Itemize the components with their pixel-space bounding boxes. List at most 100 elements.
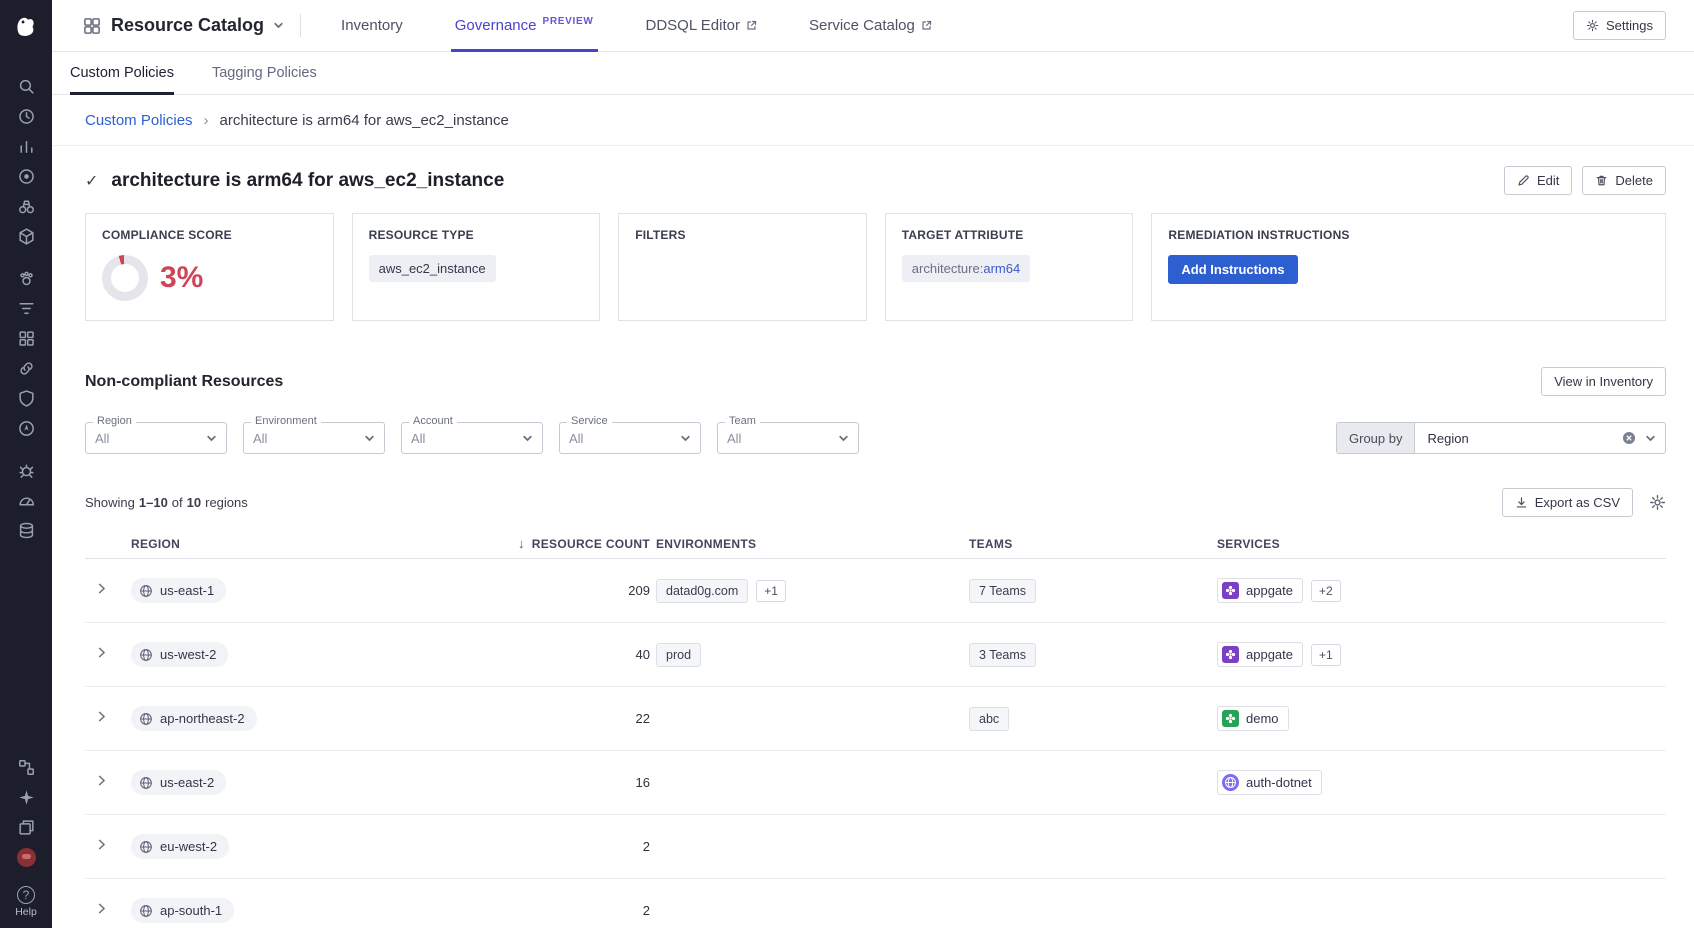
expand-row-icon[interactable] [94,837,109,852]
col-region[interactable]: REGION [131,537,461,551]
globe-icon [139,776,153,790]
search-icon[interactable] [8,71,44,101]
table-row[interactable]: us-west-2 40 prod 3 Teams appgate +1 [85,623,1666,687]
globe-icon [139,840,153,854]
workflows-icon[interactable] [8,752,44,782]
nav-item-governance[interactable]: Governance PREVIEW [455,0,594,51]
add-instructions-button[interactable]: Add Instructions [1168,255,1297,284]
chevron-down-icon [364,433,375,444]
apm-link-icon[interactable] [8,353,44,383]
col-services[interactable]: SERVICES [1217,537,1666,551]
teams-tag[interactable]: abc [969,707,1009,731]
nav-item-inventory[interactable]: Inventory [341,0,403,51]
table-row[interactable]: us-east-2 16 auth-dotnet [85,751,1666,815]
summary-cards: COMPLIANCE SCORE 3% RESOURCE TYPE aws_ec… [85,213,1666,321]
bits-ai-icon[interactable] [8,842,44,872]
more-environments-tag[interactable]: +1 [756,580,786,602]
col-resource-count[interactable]: ↓RESOURCE COUNT [461,536,656,551]
security-compass-icon[interactable] [8,413,44,443]
col-environments[interactable]: ENVIRONMENTS [656,537,969,551]
delete-button[interactable]: Delete [1582,166,1666,195]
breadcrumb: Custom Policies › architecture is arm64 … [52,95,1694,146]
log-pipelines-icon[interactable] [8,293,44,323]
expand-row-icon[interactable] [94,709,109,724]
service-chip[interactable]: appgate [1217,642,1303,667]
tab-tagging-policies[interactable]: Tagging Policies [212,52,317,94]
teams-tag[interactable]: 3 Teams [969,643,1036,667]
compliance-score-card: COMPLIANCE SCORE 3% [85,213,334,321]
expand-row-icon[interactable] [94,581,109,596]
help-label: Help [15,906,37,918]
sort-descending-icon: ↓ [518,536,525,551]
nav-item-ddsql-editor[interactable]: DDSQL Editor [646,0,757,51]
region-tag[interactable]: ap-south-1 [131,898,234,923]
region-tag[interactable]: ap-northeast-2 [131,706,257,731]
export-csv-button[interactable]: Export as CSV [1502,488,1633,517]
resources-title: Non-compliant Resources [85,373,283,391]
databases-icon[interactable] [8,515,44,545]
account-filter-select[interactable]: Account All [401,422,543,454]
teams-tag[interactable]: 7 Teams [969,579,1036,603]
edit-button[interactable]: Edit [1504,166,1572,195]
pawprint-icon[interactable] [8,263,44,293]
region-filter-select[interactable]: Region All [85,422,227,454]
environment-tag[interactable]: prod [656,643,701,667]
table-row[interactable]: eu-west-2 2 [85,815,1666,879]
metrics-icon[interactable] [8,131,44,161]
service-chip[interactable]: demo [1217,706,1289,731]
software-delivery-icon[interactable] [8,383,44,413]
col-teams[interactable]: TEAMS [969,537,1217,551]
app-sidebar: ? Help [0,0,52,928]
expand-row-icon[interactable] [94,773,109,788]
service-chip[interactable]: appgate [1217,578,1303,603]
watchdog-history-icon[interactable] [8,101,44,131]
chevron-down-icon [206,433,217,444]
service-filter-select[interactable]: Service All [559,422,701,454]
more-services-tag[interactable]: +1 [1311,644,1341,666]
check-icon: ✓ [85,171,98,191]
resource-count: 16 [461,775,656,790]
question-icon: ? [17,886,35,904]
region-tag[interactable]: us-west-2 [131,642,228,667]
help-button[interactable]: ? Help [15,886,37,918]
service-chip[interactable]: auth-dotnet [1217,770,1322,795]
region-tag[interactable]: us-east-2 [131,770,226,795]
chevron-down-icon [838,433,849,444]
error-tracking-icon[interactable] [8,455,44,485]
expand-row-icon[interactable] [94,645,109,660]
datadog-logo-icon[interactable] [8,7,44,45]
table-row[interactable]: us-east-1 209 datad0g.com+1 7 Teams appg… [85,559,1666,623]
region-tag[interactable]: eu-west-2 [131,834,229,859]
globe-icon [139,904,153,918]
breadcrumb-parent-link[interactable]: Custom Policies [85,112,193,129]
more-services-tag[interactable]: +2 [1311,580,1341,602]
target-attribute-card: TARGET ATTRIBUTE architecture:arm64 [885,213,1134,321]
watch-icon[interactable] [8,191,44,221]
expand-row-icon[interactable] [94,901,109,916]
performance-gauge-icon[interactable] [8,485,44,515]
group-by-value: Region [1415,431,1622,446]
settings-button[interactable]: Settings [1573,11,1666,40]
target-attribute-chip[interactable]: architecture:arm64 [902,255,1030,282]
ai-sparkle-icon[interactable] [8,782,44,812]
trash-icon [1595,174,1608,187]
resource-type-chip[interactable]: aws_ec2_instance [369,255,496,282]
group-by-select[interactable]: Group by Region [1336,422,1666,454]
table-row[interactable]: ap-south-1 2 [85,879,1666,928]
tab-custom-policies[interactable]: Custom Policies [70,52,174,94]
environment-filter-select[interactable]: Environment All [243,422,385,454]
table-row[interactable]: ap-northeast-2 22 abc demo [85,687,1666,751]
quality-gates-icon[interactable] [8,161,44,191]
clear-group-by-icon[interactable] [1622,431,1636,445]
chevron-down-icon [273,20,284,31]
dashboards-icon[interactable] [8,323,44,353]
view-in-inventory-button[interactable]: View in Inventory [1541,367,1666,396]
app-switcher[interactable]: Resource Catalog [82,0,284,51]
infrastructure-icon[interactable] [8,221,44,251]
environment-tag[interactable]: datad0g.com [656,579,748,603]
region-tag[interactable]: us-east-1 [131,578,226,603]
nav-item-service-catalog[interactable]: Service Catalog [809,0,932,51]
team-filter-select[interactable]: Team All [717,422,859,454]
table-settings-gear-icon[interactable] [1649,494,1666,511]
sandbox-frames-icon[interactable] [8,812,44,842]
